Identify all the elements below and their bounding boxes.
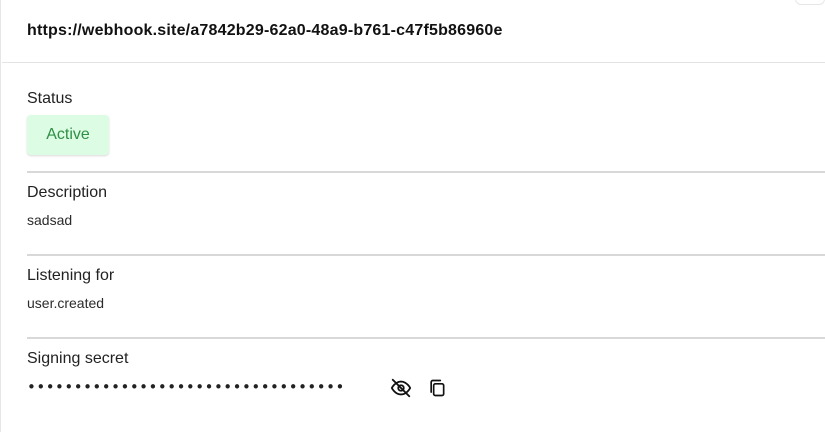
webhook-details-panel: https://webhook.site/a7842b29-62a0-48a9-… bbox=[0, 0, 825, 432]
signing-secret-label: Signing secret bbox=[27, 350, 129, 367]
header-divider bbox=[2, 62, 825, 63]
section-divider bbox=[27, 254, 825, 256]
copy-secret-button[interactable] bbox=[425, 376, 449, 400]
webhook-url: https://webhook.site/a7842b29-62a0-48a9-… bbox=[27, 22, 503, 39]
eye-slash-icon bbox=[390, 378, 412, 398]
toggle-secret-visibility-button[interactable] bbox=[389, 376, 413, 400]
copy-icon bbox=[430, 379, 445, 397]
listening-for-label: Listening for bbox=[27, 267, 115, 284]
listening-for-value: user.created bbox=[27, 295, 105, 311]
status-badge: Active bbox=[27, 115, 109, 155]
description-value: sadsad bbox=[27, 212, 73, 228]
description-label: Description bbox=[27, 184, 108, 201]
section-divider bbox=[27, 337, 825, 339]
section-divider bbox=[27, 171, 825, 173]
panel-corner bbox=[795, 0, 825, 5]
signing-secret-masked: •••••••••••••••••••••••••••••••••• bbox=[27, 378, 345, 396]
status-label: Status bbox=[27, 90, 73, 107]
